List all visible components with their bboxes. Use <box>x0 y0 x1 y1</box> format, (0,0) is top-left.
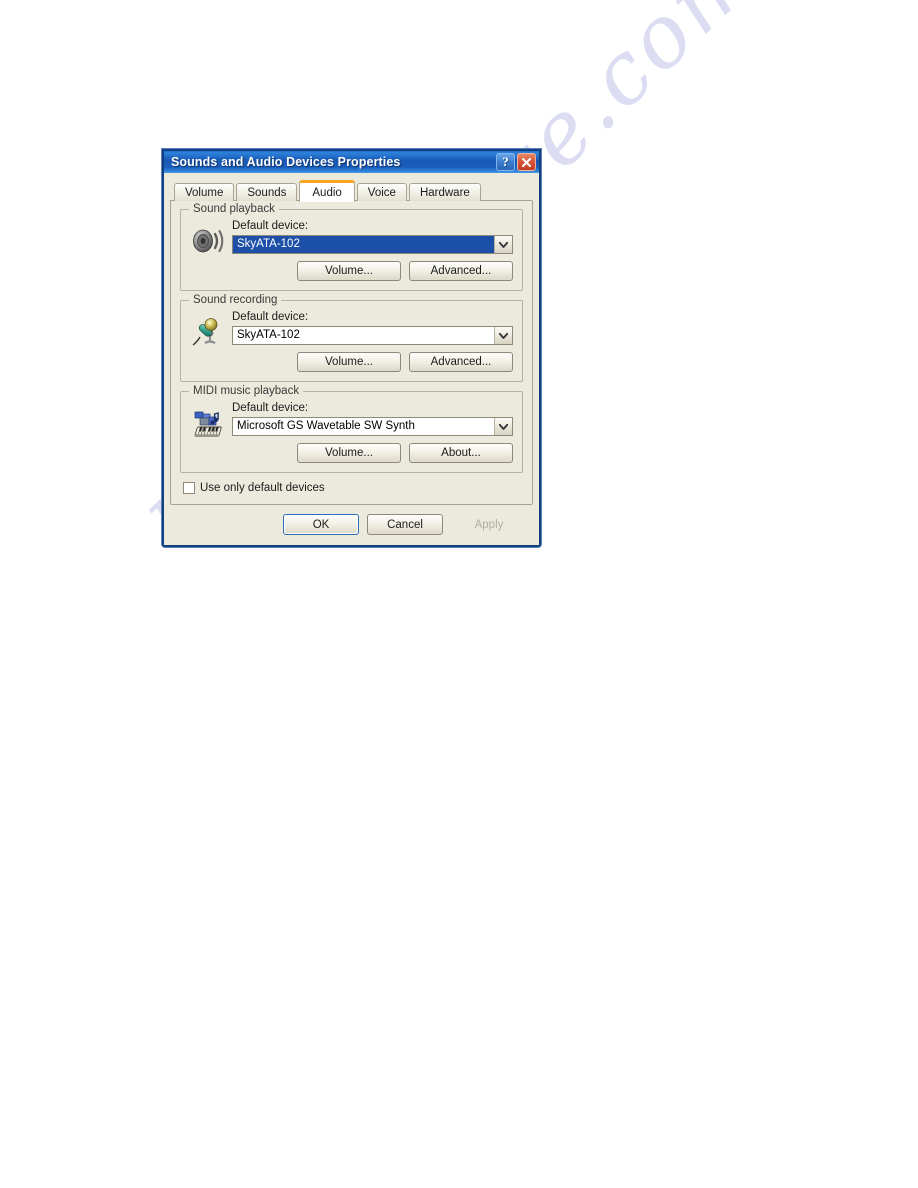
dialog-titlebar[interactable]: Sounds and Audio Devices Properties ? <box>164 149 539 173</box>
chevron-down-icon <box>499 241 508 248</box>
playback-dropdown-button[interactable] <box>494 236 512 253</box>
close-x-icon <box>521 157 532 167</box>
microphone-icon <box>190 314 226 350</box>
sound-playback-legend: Sound playback <box>189 203 279 215</box>
midi-legend: MIDI music playback <box>189 385 304 397</box>
tab-volume[interactable]: Volume <box>174 183 235 201</box>
dialog-body: Volume Sounds Audio Voice Hardware Sound… <box>164 173 539 545</box>
playback-device-value: SkyATA-102 <box>233 236 494 253</box>
midi-device-combobox[interactable]: Microsoft GS Wavetable SW Synth <box>232 417 513 436</box>
cancel-button[interactable]: Cancel <box>367 514 443 535</box>
midi-volume-button[interactable]: Volume... <box>297 443 401 463</box>
recording-advanced-button[interactable]: Advanced... <box>409 352 513 372</box>
apply-button: Apply <box>451 514 527 535</box>
playback-device-label: Default device: <box>232 220 309 232</box>
use-only-default-devices-checkbox[interactable] <box>183 482 195 494</box>
use-only-default-devices-row[interactable]: Use only default devices <box>183 482 523 494</box>
playback-device-combobox[interactable]: SkyATA-102 <box>232 235 513 254</box>
sounds-and-audio-devices-dialog: Sounds and Audio Devices Properties ? Vo… <box>162 149 541 547</box>
midi-music-playback-group: MIDI music playback Default device: Micr… <box>180 385 523 473</box>
recording-dropdown-button[interactable] <box>494 327 512 344</box>
speaker-icon <box>190 223 226 259</box>
chevron-down-icon <box>499 332 508 339</box>
midi-dropdown-button[interactable] <box>494 418 512 435</box>
sound-recording-legend: Sound recording <box>189 294 282 306</box>
question-mark-icon: ? <box>502 154 509 169</box>
recording-device-combobox[interactable]: SkyATA-102 <box>232 326 513 345</box>
tab-voice[interactable]: Voice <box>356 183 407 201</box>
audio-tab-page: Sound playback Default device: SkyATA-10… <box>170 200 533 505</box>
dialog-title: Sounds and Audio Devices Properties <box>171 155 401 169</box>
midi-about-button[interactable]: About... <box>409 443 513 463</box>
sound-playback-group: Sound playback Default device: SkyATA-10… <box>180 203 523 291</box>
midi-device-value: Microsoft GS Wavetable SW Synth <box>237 420 415 432</box>
recording-volume-button[interactable]: Volume... <box>297 352 401 372</box>
playback-advanced-button[interactable]: Advanced... <box>409 261 513 281</box>
tab-sounds[interactable]: Sounds <box>236 183 298 201</box>
tab-strip: Volume Sounds Audio Voice Hardware <box>170 179 533 202</box>
playback-volume-button[interactable]: Volume... <box>297 261 401 281</box>
midi-device-label: Default device: <box>232 402 309 414</box>
chevron-down-icon <box>499 423 508 430</box>
sound-recording-group: Sound recording Default device: SkyATA-1… <box>180 294 523 382</box>
recording-device-label: Default device: <box>232 311 309 323</box>
close-button[interactable] <box>517 153 536 171</box>
use-only-default-devices-label: Use only default devices <box>200 482 325 494</box>
tab-hardware[interactable]: Hardware <box>408 183 481 201</box>
ok-button[interactable]: OK <box>283 514 359 535</box>
recording-device-value: SkyATA-102 <box>237 329 300 341</box>
tab-audio[interactable]: Audio <box>299 180 355 202</box>
help-button[interactable]: ? <box>496 153 515 171</box>
midi-keyboard-icon <box>190 405 226 441</box>
dialog-footer: OK Cancel Apply <box>170 505 533 537</box>
